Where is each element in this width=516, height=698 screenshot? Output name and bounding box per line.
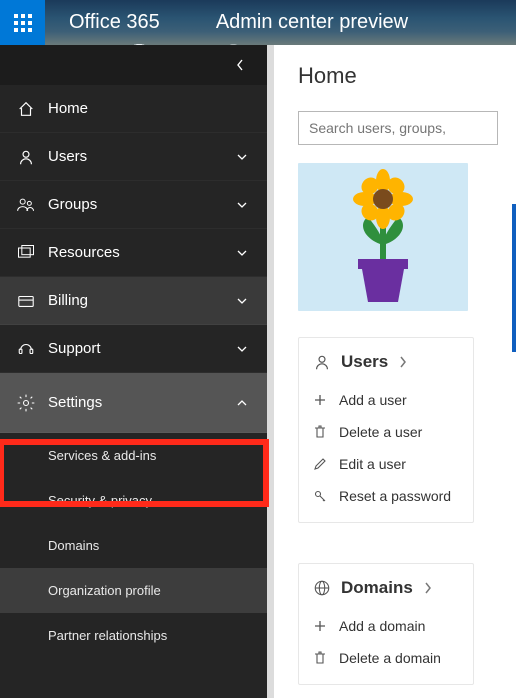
search-input[interactable] bbox=[298, 111, 498, 145]
key-icon bbox=[313, 490, 327, 503]
sidebar-item-home[interactable]: Home bbox=[0, 85, 267, 133]
flower-illustration bbox=[328, 167, 438, 307]
sidebar-item-label: Home bbox=[48, 100, 235, 117]
section-title: Domains bbox=[341, 578, 413, 598]
sidebar-item-support[interactable]: Support bbox=[0, 325, 267, 373]
action-edit-user[interactable]: Edit a user bbox=[313, 448, 461, 480]
user-icon bbox=[313, 353, 331, 371]
sidebar-sub-label: Organization profile bbox=[48, 583, 161, 598]
main-content: Home bbox=[274, 45, 516, 698]
sidebar-item-label: Users bbox=[48, 148, 235, 165]
sidebar-sub-label: Services & add-ins bbox=[48, 448, 156, 463]
product-name: Office 365 bbox=[69, 11, 160, 34]
action-label: Add a domain bbox=[339, 618, 425, 634]
sidebar-sub-label: Partner relationships bbox=[48, 628, 167, 643]
sidebar-item-users[interactable]: Users bbox=[0, 133, 267, 181]
sidebar-item-settings[interactable]: Settings bbox=[0, 373, 267, 433]
action-label: Delete a domain bbox=[339, 650, 441, 666]
sidebar-item-partner-relationships[interactable]: Partner relationships bbox=[0, 613, 267, 658]
gear-icon bbox=[12, 393, 40, 413]
sidebar-item-organization-profile[interactable]: Organization profile bbox=[0, 568, 267, 613]
chevron-down-icon bbox=[235, 343, 249, 355]
action-label: Edit a user bbox=[339, 456, 406, 472]
action-delete-domain[interactable]: Delete a domain bbox=[313, 642, 461, 674]
product-subtitle: Admin center preview bbox=[216, 11, 408, 34]
sidebar-item-label: Billing bbox=[48, 292, 235, 309]
welcome-card bbox=[298, 163, 468, 311]
sidebar-collapse-button[interactable] bbox=[0, 45, 267, 85]
groups-icon bbox=[12, 196, 40, 214]
action-label: Reset a password bbox=[339, 488, 451, 504]
sidebar-item-billing[interactable]: Billing bbox=[0, 277, 267, 325]
card-edge bbox=[512, 204, 516, 352]
chevron-up-icon bbox=[235, 397, 249, 409]
action-reset-password[interactable]: Reset a password bbox=[313, 480, 461, 512]
page-title: Home bbox=[298, 63, 516, 89]
waffle-icon bbox=[14, 14, 32, 32]
sidebar-item-security-privacy[interactable]: Security & privacy bbox=[0, 478, 267, 523]
chevron-right-icon[interactable] bbox=[423, 581, 433, 595]
sidebar-sub-label: Domains bbox=[48, 538, 99, 553]
plus-icon bbox=[313, 620, 327, 632]
billing-icon bbox=[12, 292, 40, 310]
trash-icon bbox=[313, 651, 327, 665]
action-delete-user[interactable]: Delete a user bbox=[313, 416, 461, 448]
sidebar-item-groups[interactable]: Groups bbox=[0, 181, 267, 229]
users-card: Users Add a user Delete a user Edit a us… bbox=[298, 337, 474, 523]
chevron-left-icon bbox=[235, 58, 245, 72]
chevron-right-icon[interactable] bbox=[398, 355, 408, 369]
user-icon bbox=[12, 148, 40, 166]
action-label: Delete a user bbox=[339, 424, 422, 440]
globe-icon bbox=[313, 579, 331, 597]
action-add-user[interactable]: Add a user bbox=[313, 384, 461, 416]
resources-icon bbox=[12, 244, 40, 262]
sidebar-sub-label: Security & privacy bbox=[48, 493, 152, 508]
sidebar-item-label: Groups bbox=[48, 196, 235, 213]
sidebar-item-label: Resources bbox=[48, 244, 235, 261]
support-icon bbox=[12, 340, 40, 358]
app-launcher-button[interactable] bbox=[0, 0, 45, 45]
section-title: Users bbox=[341, 352, 388, 372]
domains-card: Domains Add a domain Delete a domain bbox=[298, 563, 474, 685]
scrollbar[interactable] bbox=[267, 45, 274, 698]
sidebar-item-label: Support bbox=[48, 340, 235, 357]
action-label: Add a user bbox=[339, 392, 407, 408]
chevron-down-icon bbox=[235, 199, 249, 211]
chevron-down-icon bbox=[235, 295, 249, 307]
plus-icon bbox=[313, 394, 327, 406]
trash-icon bbox=[313, 425, 327, 439]
sidebar-item-label: Settings bbox=[48, 394, 235, 411]
header-bar: Office 365 Admin center preview bbox=[0, 0, 516, 45]
pencil-icon bbox=[313, 458, 327, 470]
sidebar-item-domains[interactable]: Domains bbox=[0, 523, 267, 568]
chevron-down-icon bbox=[235, 247, 249, 259]
sidebar: Home Users Groups Resources bbox=[0, 45, 267, 698]
action-add-domain[interactable]: Add a domain bbox=[313, 610, 461, 642]
chevron-down-icon bbox=[235, 151, 249, 163]
home-icon bbox=[12, 100, 40, 118]
sidebar-item-services-addins[interactable]: Services & add-ins bbox=[0, 433, 267, 478]
sidebar-item-resources[interactable]: Resources bbox=[0, 229, 267, 277]
